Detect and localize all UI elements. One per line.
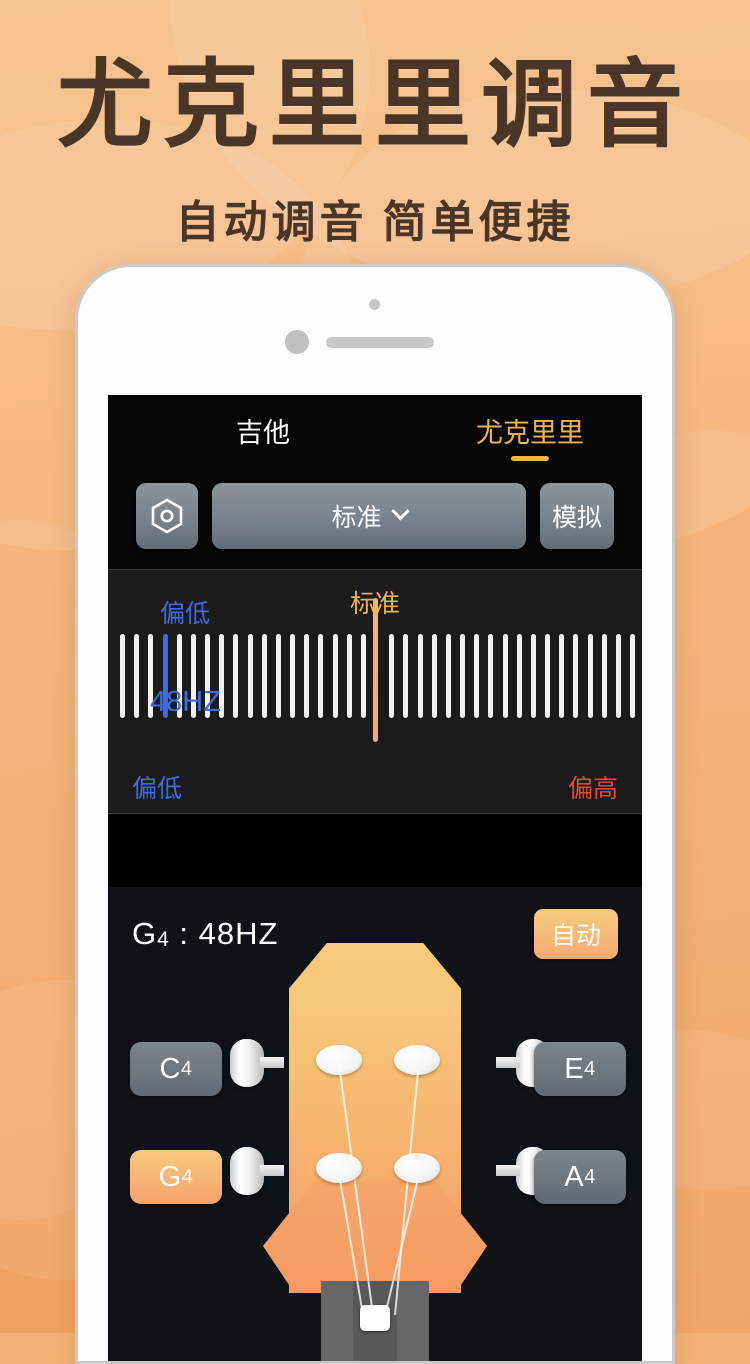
chevron-down-icon [390, 502, 410, 521]
tuning-peg-stem [496, 1165, 520, 1176]
meter-sharp-label: 偏高 [567, 774, 618, 803]
meter-tick [502, 633, 508, 718]
meter-tick [530, 633, 536, 718]
meter-tick [134, 633, 140, 718]
tab-guitar-label: 吉他 [236, 418, 290, 448]
string-button-octave: 4 [584, 1057, 596, 1080]
meter-tick [360, 633, 366, 718]
tuning-preset-label: 标准 [331, 503, 382, 532]
meter-tick [275, 633, 281, 718]
meter-tick [460, 633, 465, 718]
current-note-display: G4 : 48HZ [132, 916, 278, 952]
meter-flat-top-label: 偏低 [160, 599, 211, 628]
string-button-octave: 4 [180, 1057, 193, 1080]
auto-mode-label: 自动 [550, 922, 601, 950]
instrument-panel: G4 : 48HZ 自动 C4G4E4A4 [108, 887, 642, 1361]
string-button-a4[interactable]: A4 [534, 1150, 626, 1204]
camera-dot-icon [369, 299, 380, 310]
meter-tick [516, 633, 522, 718]
meter-tick [332, 633, 338, 718]
tab-guitar[interactable]: 吉他 [236, 417, 290, 461]
volume-up-button[interactable] [75, 537, 78, 605]
string-button-note: A [564, 1160, 585, 1193]
meter-tick [431, 633, 437, 718]
string-button-octave: 4 [181, 1165, 194, 1188]
tuning-meter-panel: 标准 偏低 48HZ 偏低 偏高 [108, 569, 642, 814]
string-button-c4[interactable]: C4 [130, 1042, 222, 1096]
meter-tick [615, 633, 621, 718]
page-subtitle: 自动调音 简单便捷 [175, 198, 575, 247]
instrument-tabs: 吉他 尤克里里 [108, 395, 642, 461]
string-button-note: G [158, 1160, 182, 1193]
meter-tick [290, 633, 295, 718]
meter-tick [346, 633, 352, 718]
string-button-octave: 4 [584, 1165, 596, 1188]
meter-tick [630, 633, 635, 718]
hero-section: 尤克里里调音 自动调音 简单便捷 [0, 0, 750, 250]
string-button-note: C [159, 1052, 181, 1085]
meter-tick [403, 633, 409, 718]
ukulele-headstock-graphic: C4G4E4A4 [108, 943, 642, 1361]
meter-tick [559, 633, 565, 718]
meter-tick [247, 633, 253, 718]
power-button[interactable] [672, 481, 675, 581]
tuning-settings-button[interactable] [136, 482, 198, 549]
tuning-peg-knob [230, 1147, 264, 1195]
meter-tick [587, 633, 593, 718]
tab-ukulele-label: 尤克里里 [476, 418, 584, 448]
meter-tick [474, 633, 480, 718]
meter-tick [488, 633, 494, 718]
tab-ukulele[interactable]: 尤克里里 [476, 417, 584, 461]
auto-mode-button[interactable]: 自动 [533, 909, 618, 959]
meter-tick [417, 633, 423, 718]
current-frequency: 48HZ [198, 916, 279, 951]
meter-needle [373, 597, 378, 742]
tab-guitar-underline [244, 456, 282, 461]
note-display-row: G4 : 48HZ 自动 [108, 887, 642, 959]
control-row: 标准 模拟 [108, 461, 642, 549]
meter-tick [318, 633, 324, 718]
proximity-sensor-icon [285, 330, 309, 354]
note-separator: : [169, 916, 199, 951]
phone-mockup: 吉他 尤克里里 标准 模拟 偏低 48HZ 偏低 偏高 G4: 48HZ 自动… [75, 264, 675, 1364]
earpiece-speaker-icon [326, 337, 434, 348]
tab-ukulele-underline [511, 455, 549, 461]
string-button-note: E [564, 1052, 585, 1085]
meter-tick [304, 633, 310, 718]
meter-tick [261, 633, 267, 718]
meter-flat-label: 偏低 [132, 774, 183, 803]
tuning-peg-knob [230, 1039, 264, 1087]
page-title: 尤克里里调音 [57, 52, 693, 159]
hexagon-bolt-icon [151, 498, 183, 534]
meter-tick [445, 633, 451, 718]
simulate-button[interactable]: 模拟 [540, 482, 614, 549]
volume-down-button[interactable] [75, 623, 78, 691]
meter-bottom-labels: 偏低 偏高 [108, 769, 642, 805]
current-octave: 4 [157, 928, 170, 951]
top-panel: 吉他 尤克里里 标准 模拟 [108, 395, 642, 570]
meter-frequency-label: 48HZ [150, 685, 221, 718]
meter-tick [573, 633, 579, 718]
tuning-peg-stem [496, 1057, 520, 1068]
meter-tick [389, 633, 395, 718]
meter-tick [233, 633, 239, 718]
meter-tick [601, 633, 607, 718]
meter-tick [545, 633, 550, 718]
meter-tick [120, 633, 125, 718]
string-button-e4[interactable]: E4 [534, 1042, 626, 1096]
tuning-peg-stem [260, 1057, 284, 1068]
simulate-label: 模拟 [551, 503, 602, 532]
string-button-g4[interactable]: G4 [130, 1150, 222, 1204]
tuning-peg[interactable] [230, 1147, 288, 1195]
current-note: G [132, 916, 158, 951]
silent-switch-button[interactable] [75, 465, 78, 505]
tuning-peg[interactable] [230, 1039, 288, 1087]
app-screen: 吉他 尤克里里 标准 模拟 偏低 48HZ 偏低 偏高 G4: 48HZ 自动… [108, 395, 642, 1361]
tuning-preset-button[interactable]: 标准 [212, 482, 526, 549]
tuning-peg-stem [260, 1165, 284, 1176]
